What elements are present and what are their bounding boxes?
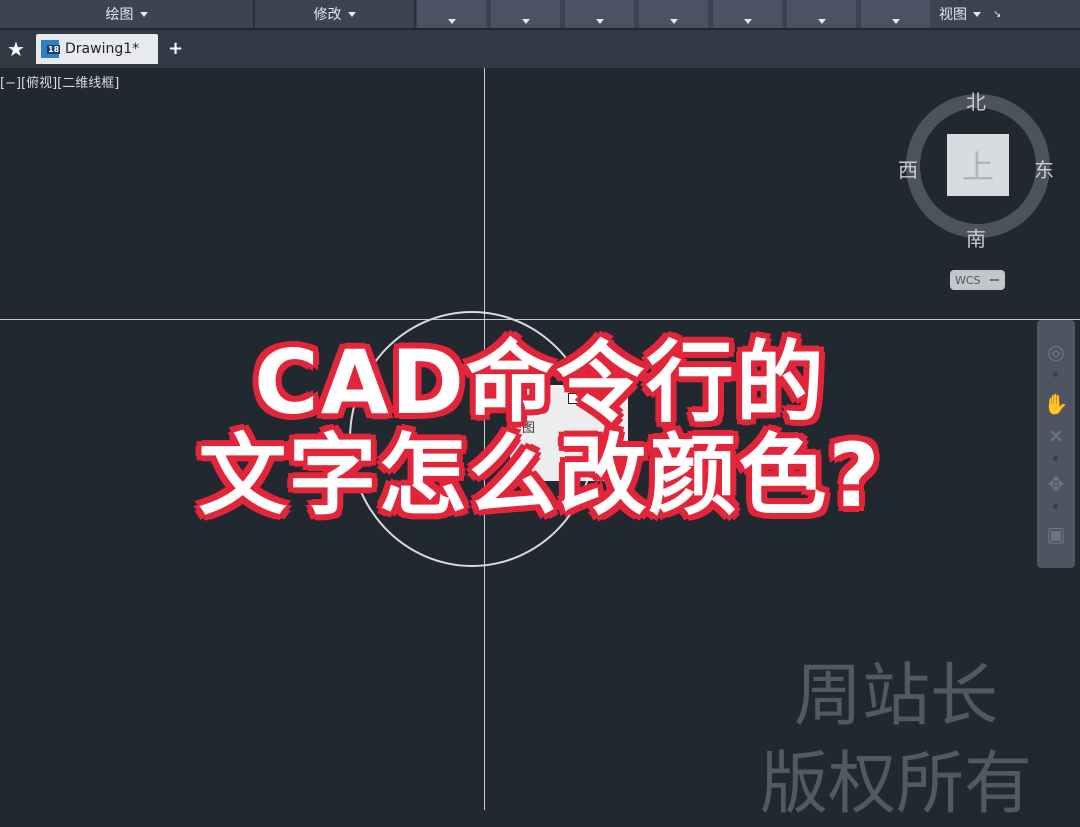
chevron-down-icon — [595, 18, 604, 24]
watermark-line2: 版权所有 — [760, 745, 1033, 824]
chevron-down-icon — [817, 18, 826, 24]
view-panel-button[interactable]: 视图 ↘ — [933, 0, 1080, 28]
tab-label: Drawing1* — [65, 41, 140, 57]
tab-drawing1[interactable]: Drawing1* — [36, 34, 158, 64]
compass-west[interactable]: 西 — [898, 154, 918, 183]
overlay-title-line2: 文字怎么改颜色? — [198, 424, 882, 527]
star-icon[interactable]: ★ — [7, 39, 25, 59]
new-tab-plus-icon[interactable]: + — [168, 39, 183, 59]
chevron-down-icon — [347, 11, 356, 17]
ucs-menu-button[interactable]: WCS — [950, 270, 1005, 290]
compass-east[interactable]: 东 — [1034, 154, 1054, 183]
panel-dropdown-4[interactable] — [639, 0, 708, 28]
chevron-down-icon — [891, 18, 900, 24]
panel-dropdown-2[interactable] — [491, 0, 560, 28]
chevron-down-icon — [447, 18, 456, 24]
chevron-down-icon — [669, 18, 678, 24]
cad-file-icon — [41, 40, 61, 58]
ribbon-panel-bar: 绘图 修改 视图 ↘ — [0, 0, 1080, 28]
panel-dropdown-3[interactable] — [565, 0, 634, 28]
viewcube-face[interactable]: 上 — [947, 134, 1009, 196]
compass-north[interactable]: 北 — [966, 86, 986, 115]
view-panel-label: 视图 — [939, 7, 967, 23]
chevron-down-icon — [521, 18, 530, 24]
draw-panel-button[interactable]: 绘图 — [0, 0, 253, 28]
chevron-down-icon — [973, 11, 981, 17]
draw-panel-label: 绘图 — [105, 7, 134, 23]
panel-dropdown-7[interactable] — [861, 0, 930, 28]
modify-panel-label: 修改 — [313, 7, 342, 23]
panel-dropdown-1[interactable] — [417, 0, 486, 28]
ucs-label: WCS — [955, 273, 981, 287]
viewport-controls-label[interactable]: [−][俯视][二维线框] — [0, 72, 119, 91]
compass-south[interactable]: 南 — [966, 223, 986, 252]
panel-dropdown-5[interactable] — [713, 0, 782, 28]
modify-panel-button[interactable]: 修改 — [255, 0, 414, 28]
chevron-down-icon — [743, 18, 752, 24]
divider — [414, 0, 416, 28]
file-tab-bar: ★ Drawing1* + — [0, 30, 1080, 68]
watermark-line1: 周站长 — [794, 657, 999, 736]
panel-launcher-icon[interactable]: ↘ — [993, 9, 1001, 20]
chevron-down-icon — [139, 11, 148, 17]
panel-dropdown-6[interactable] — [787, 0, 856, 28]
